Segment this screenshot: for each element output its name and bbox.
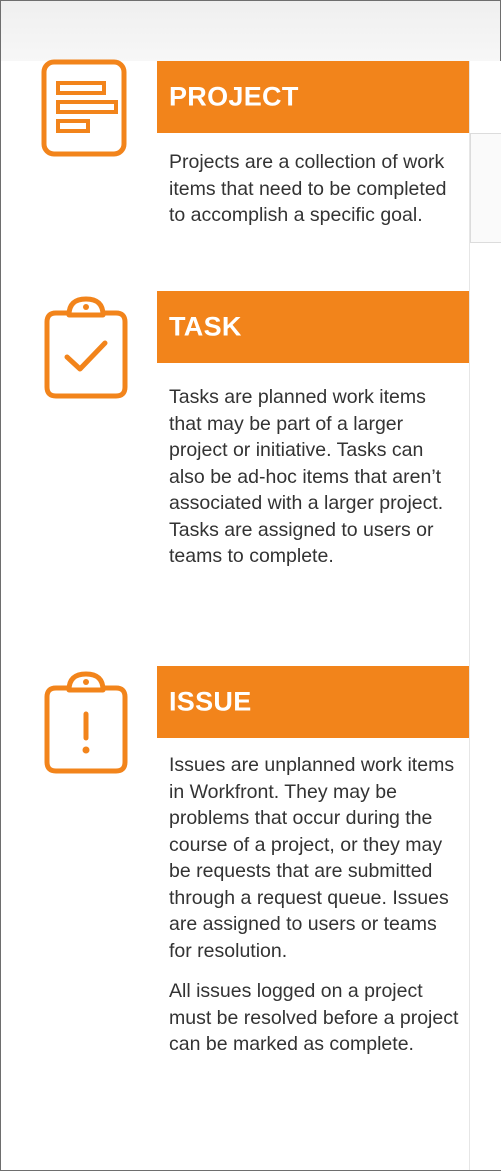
task-description: Tasks are planned work items that may be… <box>169 384 461 570</box>
section-project: PROJECT Projects are a collection of wor… <box>1 1 469 301</box>
issue-description: Issues are unplanned work items in Workf… <box>169 752 461 1058</box>
issue-title: ISSUE <box>169 686 252 717</box>
clipboard-exclamation-icon <box>41 666 131 781</box>
issue-header: ISSUE <box>157 666 469 738</box>
task-paragraph: Tasks are planned work items that may be… <box>169 386 444 567</box>
section-issue: ISSUE Issues are unplanned work items in… <box>1 656 469 1172</box>
project-title: PROJECT <box>169 81 299 112</box>
section-task: TASK Tasks are planned work items that m… <box>1 281 469 621</box>
clipboard-check-icon <box>41 291 131 406</box>
issue-paragraph: All issues logged on a project must be r… <box>169 980 459 1055</box>
task-title: TASK <box>169 311 242 342</box>
right-panel-box <box>470 133 501 243</box>
document-frame: PROJECT Projects are a collection of wor… <box>0 0 501 1171</box>
project-description: Projects are a collection of work items … <box>169 149 461 229</box>
right-panel-strip <box>469 61 501 1170</box>
project-list-icon <box>41 59 129 162</box>
task-header: TASK <box>157 291 469 363</box>
project-paragraph: Projects are a collection of work items … <box>169 151 447 226</box>
project-header: PROJECT <box>157 61 469 133</box>
issue-paragraph: Issues are unplanned work items in Workf… <box>169 754 455 962</box>
